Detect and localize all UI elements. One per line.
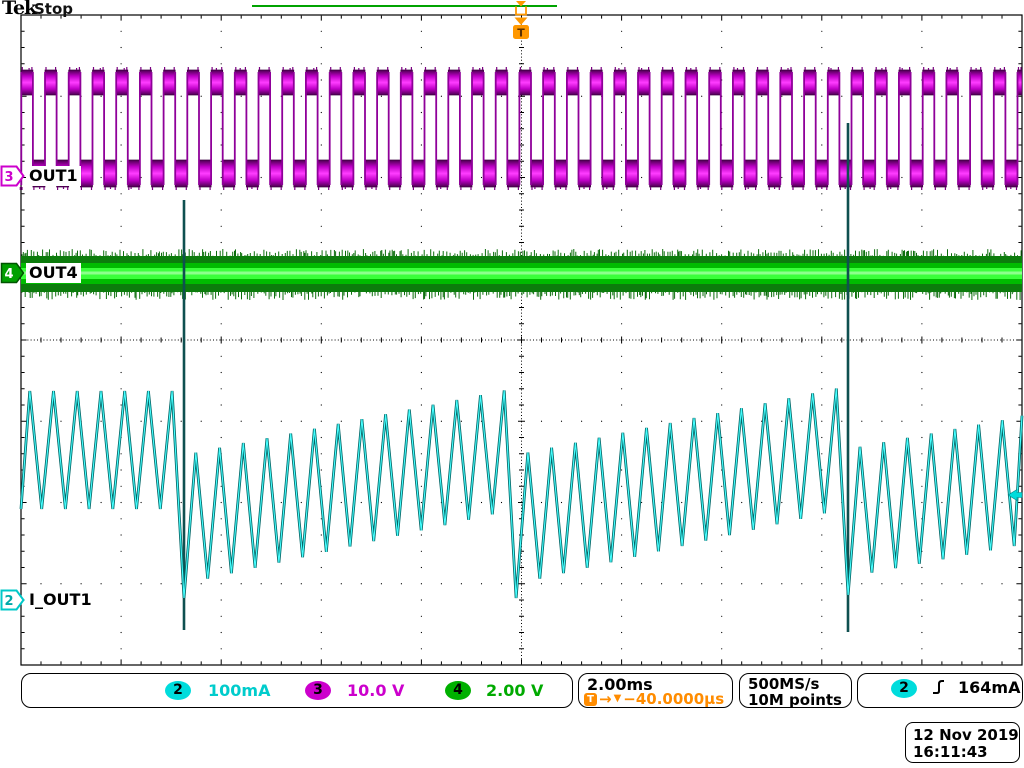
marker-down-icon: ▼ <box>614 692 622 706</box>
acquisition-readout: 500MS/s 10M points <box>739 673 852 708</box>
channel-4-badge: 4 <box>445 681 471 700</box>
waveform-display: T <box>0 0 1024 768</box>
channel-3-badge: 3 <box>305 681 331 700</box>
channel-4-name: OUT4 <box>26 263 81 283</box>
channel-2-name: I_OUT1 <box>26 590 95 610</box>
expansion-point-box <box>516 7 526 15</box>
tek-logo: Tek <box>2 0 36 19</box>
record-length: 10M points <box>748 691 842 709</box>
horizontal-readout: 2.00ms T → ▼ −40.0000µs <box>578 673 733 708</box>
trigger-readout: 2 164mA <box>857 673 1023 708</box>
channel-4-label: 4 OUT4 <box>0 262 81 284</box>
trigger-t-icon: T <box>584 693 597 706</box>
channel-3-marker-icon: 3 <box>0 165 25 187</box>
rising-edge-icon <box>930 678 946 696</box>
acquisition-status: Stop <box>34 0 73 18</box>
channel-2-badge: 2 <box>165 681 191 700</box>
trigger-source-badge: 2 <box>891 679 917 698</box>
waveforms <box>20 67 1024 632</box>
trigger-delay-value: −40.0000µs <box>623 692 724 706</box>
svg-text:3: 3 <box>4 170 13 185</box>
channel-4-scale: 2.00 V <box>486 682 543 700</box>
date-label: 12 Nov 2019 <box>913 726 1019 744</box>
channel-2-marker-icon: 2 <box>0 589 25 611</box>
trigger-delay-readout: T → ▼ −40.0000µs <box>584 692 724 706</box>
trigger-level: 164mA <box>958 679 1020 697</box>
channel-3-scale: 10.0 V <box>347 682 404 700</box>
channel-2-label: 2 I_OUT1 <box>0 589 95 611</box>
channel-3-label: 3 OUT1 <box>0 165 81 187</box>
vertical-scales-readout: 2 100mA 3 10.0 V 4 2.00 V <box>21 673 573 708</box>
oscilloscope-screen: T Tek Stop 3 OUT1 4 OUT4 2 I_OUT1 2 100m… <box>0 0 1024 768</box>
datetime-box: 12 Nov 2019 16:11:43 <box>905 722 1020 763</box>
arrow-right-icon: → <box>599 692 612 706</box>
channel-2-scale: 100mA <box>208 682 270 700</box>
channel-4-marker-icon: 4 <box>0 262 25 284</box>
channel-3-name: OUT1 <box>26 166 81 186</box>
svg-text:4: 4 <box>4 267 13 282</box>
svg-text:2: 2 <box>4 594 13 609</box>
trigger-position-arrow-icon <box>515 18 528 26</box>
trigger-flag-letter: T <box>517 27 525 40</box>
time-label: 16:11:43 <box>913 743 988 761</box>
